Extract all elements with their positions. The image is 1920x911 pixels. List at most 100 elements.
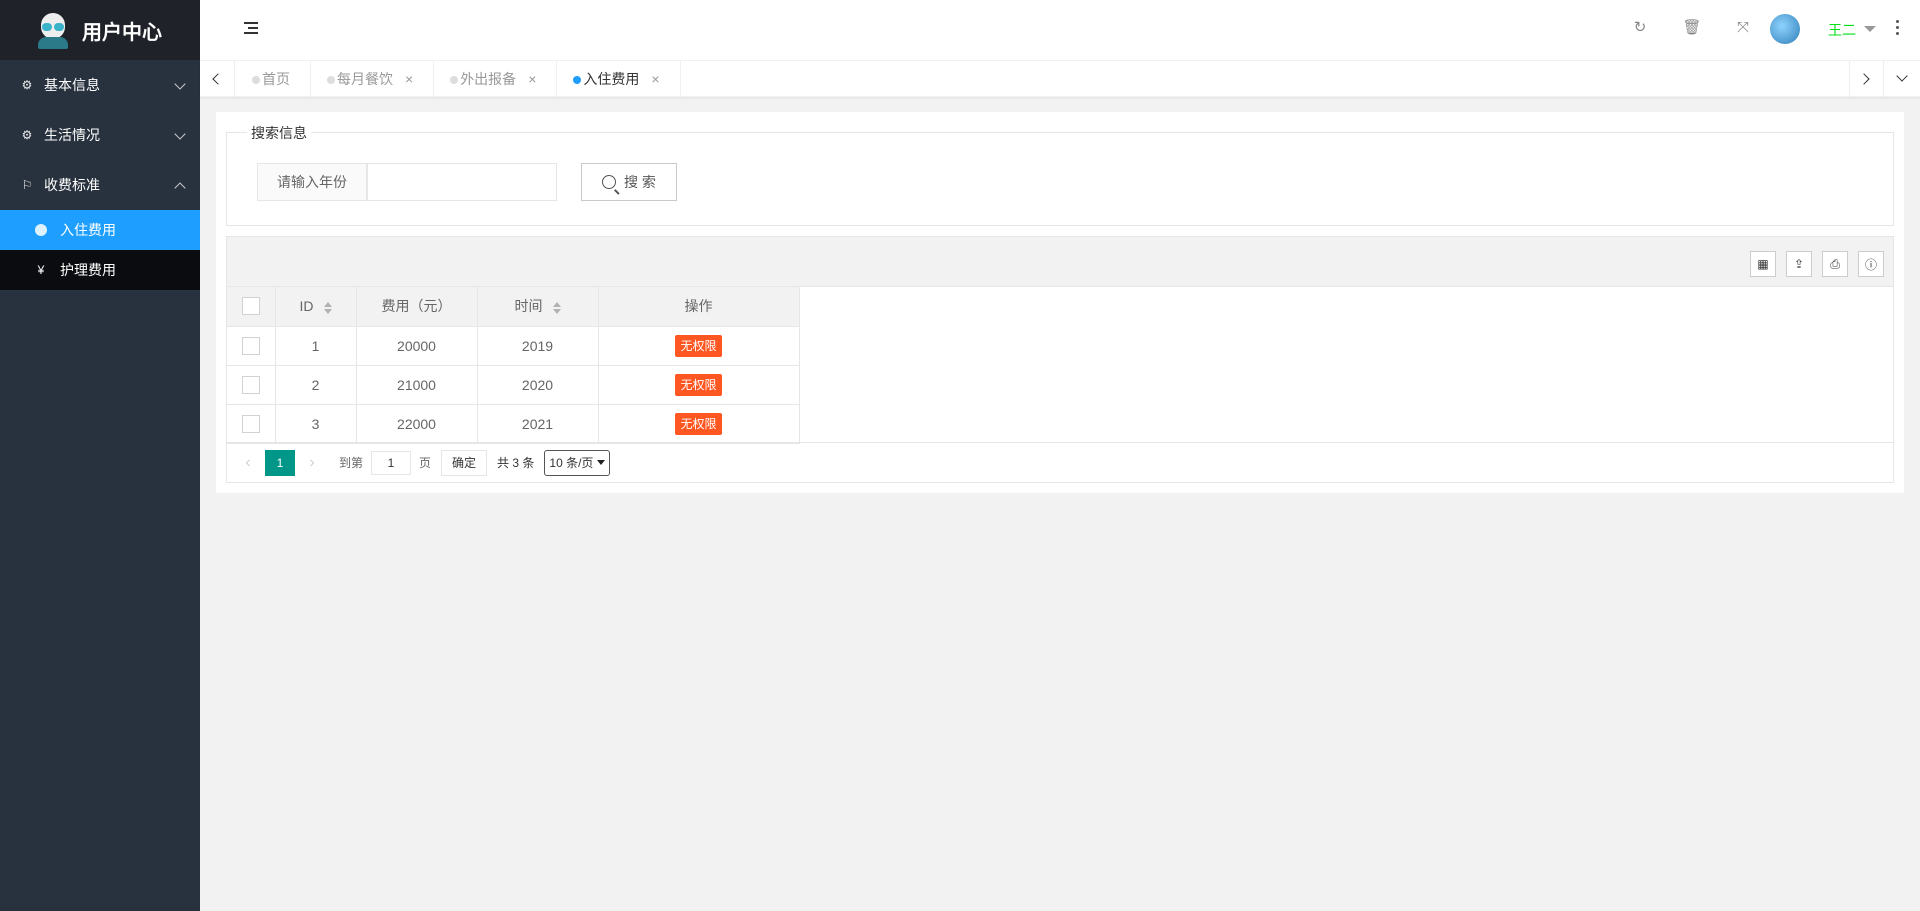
row-checkbox[interactable]: [241, 336, 260, 355]
tab-dot-icon: [573, 76, 582, 84]
cell-action: 无权限: [598, 404, 800, 444]
tab-dot-icon: [450, 76, 459, 84]
no-permission-badge: 无权限: [675, 334, 722, 357]
tab-label: 外出报备: [460, 71, 517, 87]
sidebar-subitem-care-fee[interactable]: ¥ 护理费用: [0, 250, 200, 290]
close-icon[interactable]: ×: [405, 71, 413, 87]
sidebar-item-living[interactable]: ⚙ 生活情况: [0, 110, 200, 160]
sidebar-item-label: 生活情况: [44, 127, 100, 143]
column-label: 操作: [684, 298, 713, 315]
info-icon[interactable]: ⓘ: [1858, 251, 1884, 277]
page-size-value: 10 条/页: [549, 456, 594, 470]
goto-page-input[interactable]: 1: [371, 450, 412, 475]
cell-year: 2020: [477, 365, 599, 405]
tabs: 首页 每月餐饮 × 外出报备 × 入住费用 ×: [236, 61, 681, 97]
prev-page-icon[interactable]: ‹: [237, 454, 259, 472]
dot-icon: [34, 223, 48, 237]
refresh-icon[interactable]: ↻: [1630, 18, 1650, 38]
table-row: 1 20000 2019 无权限: [227, 326, 800, 366]
column-header-action: 操作: [598, 287, 800, 327]
fullscreen-icon[interactable]: ⤧: [1733, 18, 1753, 38]
search-button-label: 搜 索: [624, 174, 656, 190]
tab-scroll-left-icon[interactable]: [200, 61, 235, 97]
tab-menu-chevron-down-icon[interactable]: [1884, 61, 1919, 97]
no-permission-badge: 无权限: [675, 412, 722, 435]
tab-home[interactable]: 首页: [236, 61, 311, 97]
goto-prefix: 到第: [339, 456, 364, 470]
sidebar-item-label: 收费标准: [44, 177, 100, 193]
column-header-fee: 费用（元）: [356, 287, 478, 327]
sidebar-subitem-checkin-fee[interactable]: 入住费用: [0, 210, 200, 250]
search-icon: [602, 175, 617, 189]
goto-suffix: 页: [419, 456, 432, 470]
columns-icon[interactable]: ▦: [1750, 251, 1776, 277]
cell-year: 2021: [477, 404, 599, 444]
column-label: 费用（元）: [381, 298, 452, 315]
goto-confirm-button[interactable]: 确定: [441, 449, 488, 476]
tab-label: 每月餐饮: [337, 71, 393, 87]
cell-fee: 20000: [356, 326, 478, 366]
select-all-checkbox[interactable]: [241, 297, 260, 316]
tab-monthly-meals[interactable]: 每月餐饮 ×: [311, 61, 435, 97]
row-checkbox-cell: [227, 326, 276, 366]
sidebar: 用户中心 ⚙ 基本信息 ⚙ 生活情况 ⚐ 收费标准 入住费用 ¥ 护理费用: [0, 0, 200, 911]
row-checkbox[interactable]: [241, 414, 260, 433]
tab-label: 入住费用: [583, 71, 640, 87]
tab-dot-icon: [327, 76, 335, 84]
chevron-up-icon: [174, 182, 186, 194]
page-size-select[interactable]: 10 条/页: [544, 449, 611, 476]
column-label: ID: [299, 298, 314, 315]
export-icon[interactable]: ⇪: [1786, 251, 1812, 277]
tab-bar: 首页 每月餐饮 × 外出报备 × 入住费用 ×: [200, 61, 1920, 97]
print-icon[interactable]: ⎙: [1822, 251, 1848, 277]
logo-avatar-icon: [36, 11, 70, 49]
yen-icon: ¥: [37, 263, 45, 277]
caret-down-icon[interactable]: [1864, 26, 1876, 32]
gears-icon: ⚙: [21, 128, 33, 142]
cell-id: 1: [275, 326, 357, 366]
chevron-down-icon: [174, 78, 186, 90]
gears-icon: ⚙: [21, 78, 33, 92]
tab-dot-icon: [252, 76, 260, 84]
data-table: ▦ ⇪ ⎙ ⓘ ID 费用（元） 时间 操作 1 20000 2019 无权限 …: [226, 236, 1894, 483]
user-avatar[interactable]: [1770, 14, 1800, 44]
close-icon[interactable]: ×: [528, 71, 536, 87]
tab-outing-report[interactable]: 外出报备 ×: [434, 61, 558, 97]
column-header-year[interactable]: 时间: [477, 287, 599, 327]
tab-scroll-right-icon[interactable]: [1849, 61, 1884, 97]
chevron-down-icon: [597, 460, 606, 465]
cell-fee: 21000: [356, 365, 478, 405]
sidebar-subitem-label: 入住费用: [60, 222, 116, 238]
table-row: 3 22000 2021 无权限: [227, 404, 800, 444]
column-header-id[interactable]: ID: [275, 287, 357, 327]
tab-checkin-fee[interactable]: 入住费用 ×: [557, 61, 681, 97]
sidebar-subitem-label: 护理费用: [60, 262, 116, 278]
row-checkbox[interactable]: [241, 375, 260, 394]
sort-icon[interactable]: [323, 301, 332, 314]
more-icon[interactable]: [1896, 20, 1900, 38]
page-skip: 到第 1 页 确定: [339, 449, 488, 476]
table: ID 费用（元） 时间 操作 1 20000 2019 无权限 2 21000 …: [227, 287, 800, 444]
row-checkbox-cell: [227, 365, 276, 405]
current-page[interactable]: 1: [265, 449, 295, 476]
sort-icon[interactable]: [552, 301, 561, 314]
cell-action: 无权限: [598, 365, 800, 405]
sidebar-item-basic-info[interactable]: ⚙ 基本信息: [0, 60, 200, 110]
year-input[interactable]: [367, 163, 557, 201]
cell-id: 2: [275, 365, 357, 405]
cell-year: 2019: [477, 326, 599, 366]
logo[interactable]: 用户中心: [0, 0, 200, 60]
search-button[interactable]: 搜 索: [581, 163, 677, 201]
sidebar-submenu: 入住费用 ¥ 护理费用: [0, 210, 200, 290]
trash-icon[interactable]: 🗑: [1682, 18, 1702, 38]
header-checkbox-cell: [227, 287, 276, 327]
menu-toggle-icon[interactable]: [244, 22, 258, 36]
sidebar-item-fees[interactable]: ⚐ 收费标准: [0, 160, 200, 210]
close-icon[interactable]: ×: [651, 71, 659, 87]
user-name[interactable]: 王二: [1828, 20, 1856, 40]
column-label: 时间: [514, 298, 543, 315]
table-row: 2 21000 2020 无权限: [227, 365, 800, 405]
next-page-icon[interactable]: ›: [301, 454, 323, 472]
top-header: ↻ 🗑 ⤧ 王二: [200, 0, 1920, 60]
table-toolbar: ▦ ⇪ ⎙ ⓘ: [227, 237, 1893, 287]
